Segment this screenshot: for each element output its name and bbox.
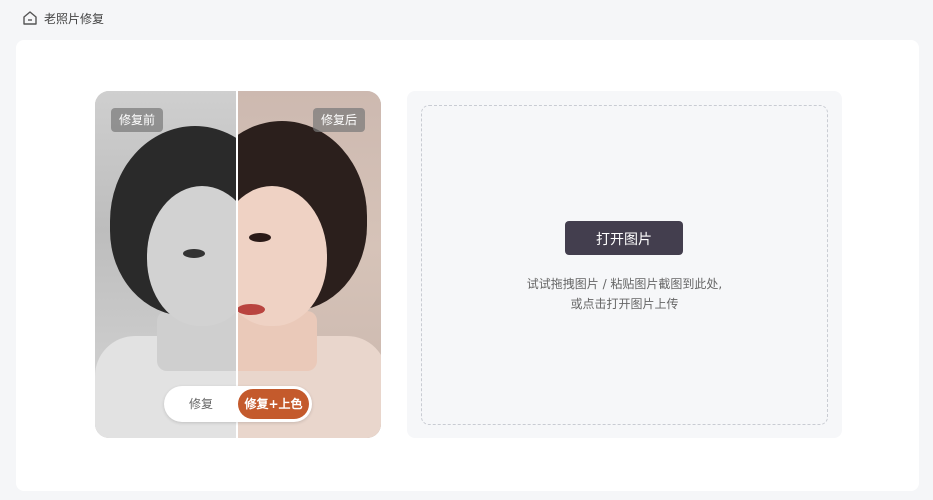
before-after-preview: 修复前 修复后 修复 修复+上色 [95, 91, 381, 438]
header: 老照片修复 [22, 8, 104, 28]
upload-panel: 打开图片 试试拖拽图片 / 粘贴图片截图到此处, 或点击打开图片上传 [407, 91, 842, 438]
mode-repair-button[interactable]: 修复 [164, 386, 238, 422]
before-label: 修复前 [111, 108, 164, 132]
main-card: 修复前 修复后 修复 修复+上色 打开图片 试试拖拽图片 / 粘贴图片截图到此处… [16, 40, 919, 491]
upload-hint-line2: 或点击打开图片上传 [570, 297, 679, 311]
dropzone[interactable]: 打开图片 试试拖拽图片 / 粘贴图片截图到此处, 或点击打开图片上传 [421, 105, 828, 425]
mode-repair-colorize-button[interactable]: 修复+上色 [238, 389, 309, 419]
home-icon[interactable] [22, 10, 38, 26]
upload-hint: 试试拖拽图片 / 粘贴图片截图到此处, 或点击打开图片上传 [422, 274, 827, 314]
open-image-button[interactable]: 打开图片 [565, 221, 683, 255]
after-label: 修复后 [312, 108, 365, 132]
page-title: 老照片修复 [44, 11, 105, 26]
upload-hint-line1: 试试拖拽图片 / 粘贴图片截图到此处, [526, 277, 723, 291]
mode-toggle: 修复 修复+上色 [164, 386, 312, 422]
